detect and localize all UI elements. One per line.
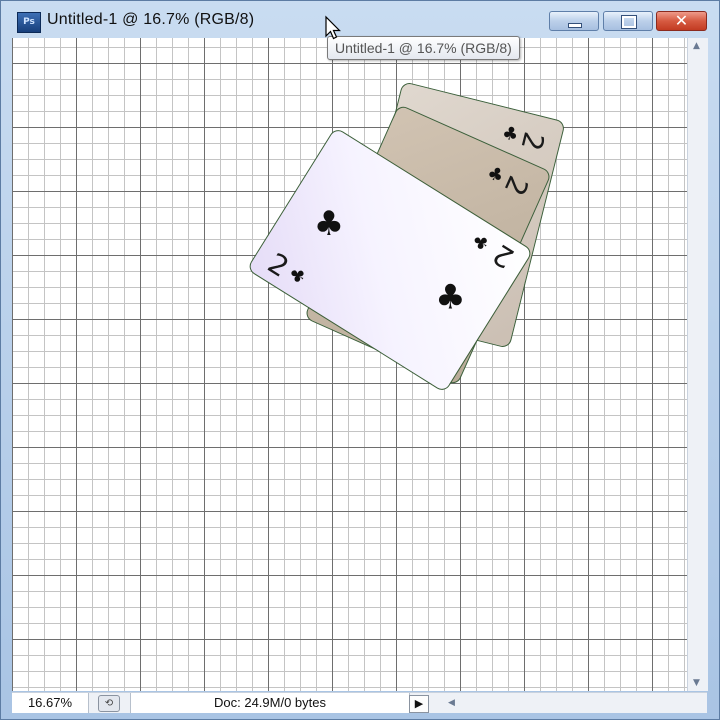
title-tooltip: Untitled-1 @ 16.7% (RGB/8) — [327, 36, 520, 60]
card-rank: 2 — [497, 170, 535, 201]
scroll-up-icon[interactable]: ▲ — [693, 41, 700, 51]
status-menu-button[interactable]: ▶ — [409, 695, 429, 713]
maximize-button[interactable] — [603, 11, 653, 31]
close-button[interactable]: ✕ — [656, 11, 707, 31]
document-info: Doc: 24.9M/0 bytes — [130, 693, 410, 713]
photoshop-icon[interactable]: Ps — [17, 12, 41, 33]
mouse-pointer-icon — [325, 15, 341, 40]
club-suit-large-icon: ♣ — [435, 277, 466, 318]
document-window: Ps Untitled-1 @ 16.7% (RGB/8) ✕ Untitled… — [0, 0, 720, 720]
club-suit-large-icon: ♣ — [313, 203, 345, 244]
window-title: Untitled-1 @ 16.7% (RGB/8) — [47, 11, 255, 28]
horizontal-scrollbar[interactable]: ◀ — [432, 693, 707, 713]
club-suit-small-icon: ♣ — [285, 263, 312, 289]
minimize-icon — [568, 23, 582, 28]
maximize-icon — [621, 15, 637, 29]
close-icon: ✕ — [674, 11, 689, 30]
status-bar: 16.67% ⟲ Doc: 24.9M/0 bytes ▶ ◀ — [12, 692, 707, 713]
status-preview-icon[interactable]: ⟲ — [98, 695, 120, 712]
scroll-down-icon[interactable]: ▼ — [693, 678, 700, 688]
vertical-scrollbar[interactable]: ▲ ▼ — [687, 38, 708, 691]
club-suit-small-icon: ♣ — [468, 230, 495, 256]
title-bar[interactable]: Ps Untitled-1 @ 16.7% (RGB/8) ✕ — [1, 1, 719, 39]
document-canvas[interactable]: 2 ♣ 2 ♣ 2 ♣ ♣ ♣ 2 ♣ — [12, 38, 687, 691]
zoom-field[interactable]: 16.67% — [12, 693, 89, 713]
minimize-button[interactable] — [549, 11, 599, 31]
scroll-left-icon[interactable]: ◀ — [448, 698, 455, 708]
card-rank: 2 — [514, 128, 551, 154]
